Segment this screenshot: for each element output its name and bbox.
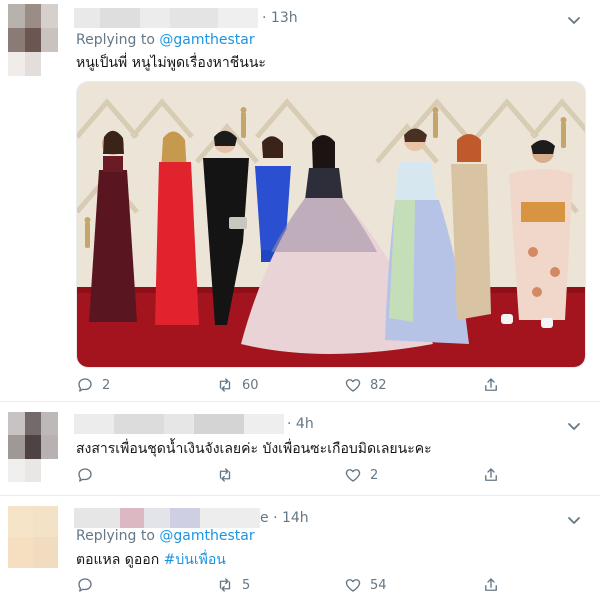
username-blurred[interactable] — [74, 508, 260, 528]
username-blurred[interactable] — [74, 8, 258, 28]
like-button[interactable]: 82 — [344, 376, 387, 394]
chevron-down-icon[interactable] — [566, 512, 582, 528]
heart-icon — [345, 469, 361, 482]
tweet-3[interactable]: e · 14h Replying to @gamthestar ตอแหล ดู… — [0, 496, 600, 605]
tweet-2[interactable]: · 4h สงสารเพื่อนชุดน้ำเงินจังเลยค่ะ บังเ… — [0, 402, 600, 495]
heart-icon — [345, 379, 361, 392]
tweet-text: หนูเป็นพี่ หนูไม่พูดเรื่องหาชีนนะ — [76, 55, 266, 71]
reply-handle-link[interactable]: @gamthestar — [159, 528, 254, 544]
tweet-1[interactable]: · 13h Replying to @gamthestar หนูเป็นพี่… — [0, 0, 600, 400]
tweet-text: สงสารเพื่อนชุดน้ำเงินจังเลยค่ะ บังเพื่อน… — [76, 441, 432, 457]
replying-to: Replying to @gamthestar — [76, 528, 255, 544]
share-button[interactable] — [482, 466, 500, 484]
share-button[interactable] — [482, 576, 500, 594]
tweet-timestamp[interactable]: e · 14h — [260, 510, 309, 526]
reply-icon — [78, 578, 92, 592]
retweet-icon — [219, 468, 231, 482]
tweet-actions: 2 60 82 — [76, 376, 506, 398]
tweet-timestamp[interactable]: · 4h — [287, 416, 314, 432]
avatar-blurred[interactable] — [8, 412, 58, 482]
retweet-button[interactable]: 5 — [216, 576, 250, 594]
heart-icon — [345, 579, 361, 592]
reply-icon — [78, 468, 92, 482]
replying-to-label: Replying to — [76, 528, 155, 544]
hashtag-link[interactable]: #บ่นเพื่อน — [164, 552, 226, 568]
red-carpet-group-photo — [77, 82, 585, 367]
reply-button[interactable] — [76, 466, 102, 484]
reply-icon — [78, 378, 92, 392]
reply-count: 2 — [102, 377, 111, 393]
tweet-actions: 2 — [76, 466, 506, 488]
like-button[interactable]: 2 — [344, 466, 378, 484]
avatar-blurred[interactable] — [8, 506, 58, 568]
chevron-down-icon[interactable] — [566, 12, 582, 28]
like-count: 54 — [370, 577, 387, 593]
tweet-text-plain: ตอแหล ดูออก — [76, 552, 160, 568]
share-button[interactable] — [482, 376, 500, 394]
replying-to-label: Replying to — [76, 32, 155, 48]
share-icon — [485, 578, 497, 591]
retweet-button[interactable]: 60 — [216, 376, 259, 394]
avatar-blurred[interactable] — [8, 4, 58, 76]
like-count: 2 — [370, 467, 379, 483]
chevron-down-icon[interactable] — [566, 418, 582, 434]
replying-to: Replying to @gamthestar — [76, 32, 255, 48]
share-icon — [485, 378, 497, 391]
tweet-photo[interactable] — [76, 81, 586, 368]
like-count: 82 — [370, 377, 387, 393]
username-blurred[interactable] — [74, 414, 284, 434]
like-button[interactable]: 54 — [344, 576, 387, 594]
tweet-timestamp[interactable]: · 13h — [262, 10, 298, 26]
reply-button[interactable]: 2 — [76, 376, 110, 394]
reply-button[interactable] — [76, 576, 102, 594]
retweet-icon — [219, 378, 231, 392]
retweet-count: 5 — [242, 577, 251, 593]
retweet-count: 60 — [242, 377, 259, 393]
share-icon — [485, 468, 497, 481]
retweet-button[interactable] — [216, 466, 242, 484]
tweet-actions: 5 54 — [76, 576, 506, 598]
tweet-text: ตอแหล ดูออก #บ่นเพื่อน — [76, 549, 226, 571]
reply-handle-link[interactable]: @gamthestar — [159, 32, 254, 48]
retweet-icon — [219, 578, 231, 592]
